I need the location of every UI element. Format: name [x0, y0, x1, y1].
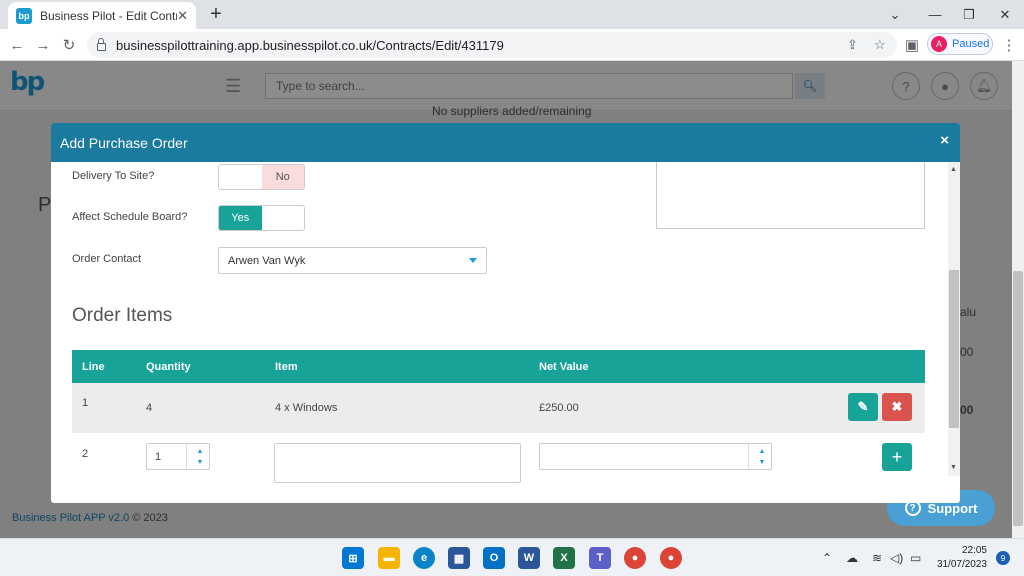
windows-start-icon[interactable]: ⊞	[342, 547, 364, 569]
app-favicon-icon: bp	[16, 7, 32, 24]
address-bar[interactable]: businesspilottraining.app.businesspilot.…	[87, 32, 897, 58]
schedule-toggle[interactable]: Yes	[218, 205, 305, 231]
cloud-icon[interactable]: ☁	[846, 551, 858, 565]
row-line: 1	[82, 397, 89, 409]
table-row-new: 2 1 ▲ ▼ ▲ ▼ +	[72, 433, 925, 503]
volume-icon[interactable]: ◁)	[890, 551, 903, 565]
chevron-down-icon	[469, 258, 477, 263]
page-scrollbar-thumb[interactable]	[1013, 271, 1023, 526]
clock-date: 31/07/2023	[936, 559, 987, 570]
avatar: A	[931, 36, 947, 52]
new-tab-icon[interactable]: +	[205, 3, 227, 25]
modal-title: Add Purchase Order	[60, 134, 188, 151]
stepper-arrows-icon[interactable]: ▲ ▼	[757, 446, 767, 468]
row-net-value: £250.00	[539, 402, 579, 414]
forward-icon[interactable]: →	[32, 34, 54, 56]
windows-taskbar: ⊞ ▬ e ▦ O W X T ● ● ⌃ ☁ ≋ ◁) ▭ 22:05 31/…	[0, 538, 1024, 576]
chrome-profile-icon[interactable]: ●	[660, 547, 682, 569]
row-quantity: 4	[146, 402, 153, 414]
quantity-stepper-value: 1	[155, 450, 162, 463]
delivery-label: Delivery To Site?	[72, 170, 155, 182]
stepper-divider	[748, 444, 749, 469]
tab-title: Business Pilot - Edit Contract	[40, 8, 177, 23]
profile-button[interactable]: A Paused	[927, 33, 993, 55]
reload-icon[interactable]: ↻	[58, 34, 80, 56]
edit-pencil-icon[interactable]: ✎	[848, 393, 878, 421]
col-item: Item	[275, 361, 298, 373]
schedule-toggle-off-side[interactable]	[262, 206, 305, 230]
schedule-toggle-yes[interactable]: Yes	[219, 206, 262, 230]
net-value-stepper[interactable]: ▲ ▼	[539, 443, 772, 470]
file-explorer-icon[interactable]: ▬	[378, 547, 400, 569]
add-row-plus-icon[interactable]: +	[882, 443, 912, 471]
delivery-toggle[interactable]: No	[218, 164, 305, 190]
battery-icon[interactable]: ▭	[910, 551, 921, 565]
col-quantity: Quantity	[146, 361, 191, 373]
outlook-icon[interactable]: O	[483, 547, 505, 569]
wifi-icon[interactable]: ≋	[872, 551, 882, 565]
delivery-toggle-no[interactable]: No	[261, 165, 304, 189]
excel-icon[interactable]: X	[553, 547, 575, 569]
notification-badge[interactable]: 9	[996, 551, 1010, 565]
stepper-divider	[186, 444, 187, 469]
bookmark-star-icon[interactable]: ☆	[874, 37, 886, 53]
row-item: 4 x Windows	[275, 402, 338, 414]
order-contact-select[interactable]: Arwen Van Wyk	[218, 247, 487, 274]
modal-scrollbar-thumb[interactable]	[949, 270, 959, 428]
item-textarea[interactable]	[274, 443, 521, 483]
order-items-table-header: Line Quantity Item Net Value	[72, 350, 925, 383]
modal-header: Add Purchase Order ×	[51, 123, 960, 162]
browser-tabbar: bp Business Pilot - Edit Contract ✕ + ⌄ …	[0, 0, 1024, 29]
notes-textarea[interactable]	[656, 162, 925, 229]
url-path: /Contracts/Edit/431179	[372, 37, 504, 53]
table-row: 1 4 4 x Windows £250.00 ✎ ✖	[72, 383, 925, 433]
new-row-line: 2	[82, 448, 89, 460]
more-menu-icon[interactable]: ⋮	[998, 34, 1020, 56]
taskbar-clock[interactable]: 22:05 31/07/2023	[935, 544, 987, 572]
scroll-down-icon[interactable]: ▼	[950, 464, 957, 471]
word-icon[interactable]: W	[518, 547, 540, 569]
browser-toolbar: ← → ↻ businesspilottraining.app.business…	[0, 29, 1024, 61]
clock-time: 22:05	[961, 545, 987, 556]
order-items-title: Order Items	[72, 305, 173, 326]
store-icon[interactable]: ▦	[448, 547, 470, 569]
browser-tab[interactable]: bp Business Pilot - Edit Contract ✕	[8, 2, 196, 29]
tab-close-icon[interactable]: ✕	[177, 8, 188, 24]
purchase-order-modal: Add Purchase Order × Delivery To Site? N…	[51, 123, 960, 503]
window-close-icon[interactable]: ✕	[982, 0, 1024, 29]
back-icon[interactable]: ←	[6, 34, 28, 56]
lock-icon	[97, 38, 106, 51]
schedule-label: Affect Schedule Board?	[72, 211, 188, 223]
profile-status: Paused	[952, 38, 990, 50]
teams-icon[interactable]: T	[589, 547, 611, 569]
scroll-up-icon[interactable]: ▲	[950, 166, 957, 173]
chevron-up-icon[interactable]: ⌃	[822, 551, 832, 565]
contact-label: Order Contact	[72, 253, 142, 265]
delivery-toggle-off-side[interactable]	[219, 165, 262, 189]
quantity-stepper[interactable]: 1 ▲ ▼	[146, 443, 210, 470]
modal-close-icon[interactable]: ×	[940, 132, 949, 149]
modal-body: Delivery To Site? No Affect Schedule Boa…	[51, 162, 948, 503]
col-line: Line	[82, 361, 105, 373]
side-panel-icon[interactable]: ▣	[901, 34, 923, 56]
stepper-arrows-icon[interactable]: ▲ ▼	[195, 446, 205, 468]
url-host: businesspilottraining.app.businesspilot.…	[116, 37, 373, 53]
col-net-value: Net Value	[539, 361, 589, 373]
order-contact-value: Arwen Van Wyk	[228, 254, 306, 267]
edge-icon[interactable]: e	[413, 547, 435, 569]
share-icon[interactable]: ⇪	[847, 37, 858, 53]
delete-x-icon[interactable]: ✖	[882, 393, 912, 421]
chrome-icon[interactable]: ●	[624, 547, 646, 569]
